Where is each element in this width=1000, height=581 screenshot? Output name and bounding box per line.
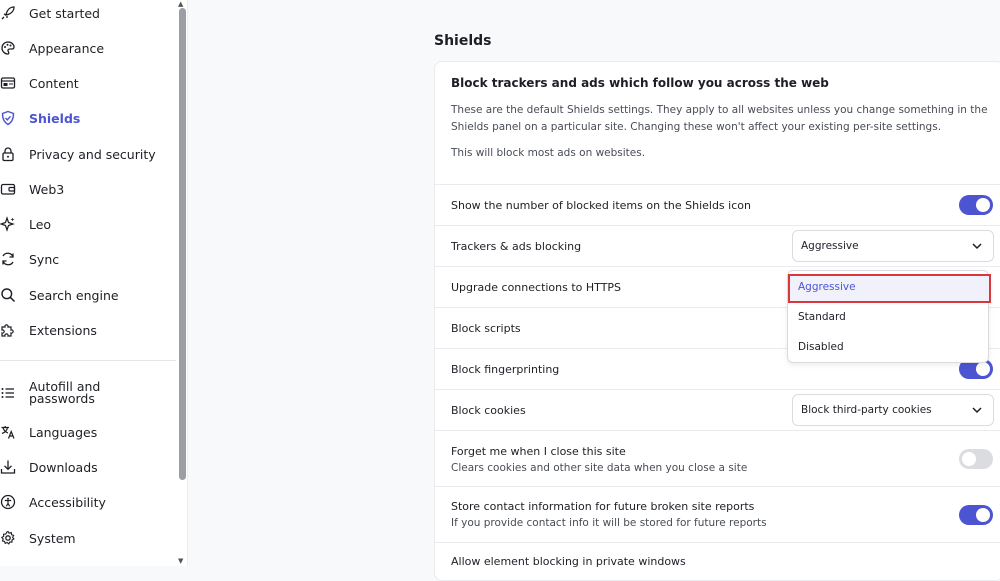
row-sublabel: Clears cookies and other site data when … xyxy=(451,462,748,474)
row-label: Upgrade connections to HTTPS xyxy=(451,280,622,294)
row-label: Show the number of blocked items on the … xyxy=(451,198,751,212)
dropdown-option-aggressive[interactable]: Aggressive xyxy=(798,281,856,293)
store-contact-toggle[interactable] xyxy=(959,504,993,525)
sidebar-item-get-started[interactable]: Get started xyxy=(0,0,100,26)
sidebar-item-accessibility[interactable]: Accessibility xyxy=(0,489,106,515)
sidebar-item-downloads[interactable]: Downloads xyxy=(0,454,98,480)
card-description: These are the default Shields settings. … xyxy=(451,104,988,133)
sidebar-item-extensions[interactable]: Extensions xyxy=(0,317,97,343)
scroll-up-arrow-icon[interactable]: ▲ xyxy=(178,0,183,8)
sidebar-item-autofill[interactable]: Autofill and passwords xyxy=(0,376,139,410)
select-value: Aggressive xyxy=(801,240,859,252)
trackers-select[interactable]: Aggressive xyxy=(792,230,994,262)
card-heading: Block trackers and ads which follow you … xyxy=(451,76,829,90)
content-icon xyxy=(0,77,16,89)
search-icon xyxy=(1,288,16,303)
list-icon xyxy=(1,388,14,398)
wallet-icon xyxy=(0,183,16,195)
shield-icon xyxy=(1,110,15,126)
select-value: Block third-party cookies xyxy=(801,404,932,416)
lock-icon xyxy=(2,147,14,162)
rocket-icon xyxy=(1,6,15,20)
row-forget-me: Forget me when I close this site Clears … xyxy=(435,430,1000,486)
sidebar-item-sync[interactable]: Sync xyxy=(0,246,59,272)
forget-me-toggle[interactable] xyxy=(959,448,993,469)
card-header: Block trackers and ads which follow you … xyxy=(451,76,991,171)
chevron-down-icon xyxy=(972,407,982,414)
dropdown-option-disabled[interactable]: Disabled xyxy=(798,341,844,353)
download-icon xyxy=(0,460,16,474)
row-sublabel: If you provide contact info it will be s… xyxy=(451,517,767,529)
row-trackers-ads-blocking: Trackers & ads blocking Aggressive xyxy=(435,225,1000,266)
row-store-contact-info: Store contact information for future bro… xyxy=(435,486,1000,542)
sidebar-item-privacy[interactable]: Privacy and security xyxy=(0,141,156,167)
row-label: Store contact information for future bro… xyxy=(451,500,755,513)
sync-icon xyxy=(2,252,14,266)
sidebar-item-search-engine[interactable]: Search engine xyxy=(0,282,119,308)
cookies-select[interactable]: Block third-party cookies xyxy=(792,394,994,426)
puzzle-icon xyxy=(1,324,14,337)
toggle-knob xyxy=(962,451,976,466)
row-label: Forget me when I close this site xyxy=(451,445,626,458)
row-label: Block fingerprinting xyxy=(451,362,560,376)
translate-icon xyxy=(1,426,15,439)
row-show-blocked-count: Show the number of blocked items on the … xyxy=(435,184,1000,225)
toggle-knob xyxy=(976,198,990,212)
sidebar-item-leo[interactable]: Leo xyxy=(0,211,51,237)
sidebar-divider xyxy=(0,360,176,361)
sidebar-item-shields[interactable]: Shields xyxy=(0,105,80,131)
row-element-blocking-private: Allow element blocking in private window… xyxy=(435,542,1000,580)
chevron-down-icon xyxy=(972,243,982,250)
show-count-toggle[interactable] xyxy=(959,195,993,215)
row-label: Block cookies xyxy=(451,403,526,417)
sparkle-icon xyxy=(0,216,15,232)
page-title: Shields xyxy=(434,33,492,49)
row-label: Block scripts xyxy=(451,321,521,335)
sidebar-item-system[interactable]: System xyxy=(0,525,76,551)
row-label: Trackers & ads blocking xyxy=(451,239,582,253)
sidebar-scrollbar-thumb[interactable] xyxy=(179,8,186,480)
row-label: Allow element blocking in private window… xyxy=(451,555,686,568)
dropdown-option-standard[interactable]: Standard xyxy=(798,311,846,323)
card-description-ads: This will block most ads on websites. xyxy=(451,147,646,159)
toggle-knob xyxy=(976,507,990,522)
gear-icon xyxy=(0,530,15,545)
toggle-knob xyxy=(976,362,990,376)
sidebar-item-appearance[interactable]: Appearance xyxy=(0,35,104,61)
scroll-down-arrow-icon[interactable]: ▼ xyxy=(178,557,183,565)
row-block-cookies: Block cookies Block third-party cookies xyxy=(435,389,1000,430)
palette-icon xyxy=(1,41,15,55)
sidebar-item-content[interactable]: Content xyxy=(0,70,79,96)
accessibility-icon xyxy=(0,494,16,510)
settings-sidebar: Get started Appearance Content Shields P… xyxy=(0,0,188,566)
sidebar-item-web3[interactable]: Web3 xyxy=(0,176,64,202)
sidebar-item-languages[interactable]: Languages xyxy=(0,419,97,445)
trackers-dropdown-menu: Aggressive Standard Disabled xyxy=(787,270,991,363)
